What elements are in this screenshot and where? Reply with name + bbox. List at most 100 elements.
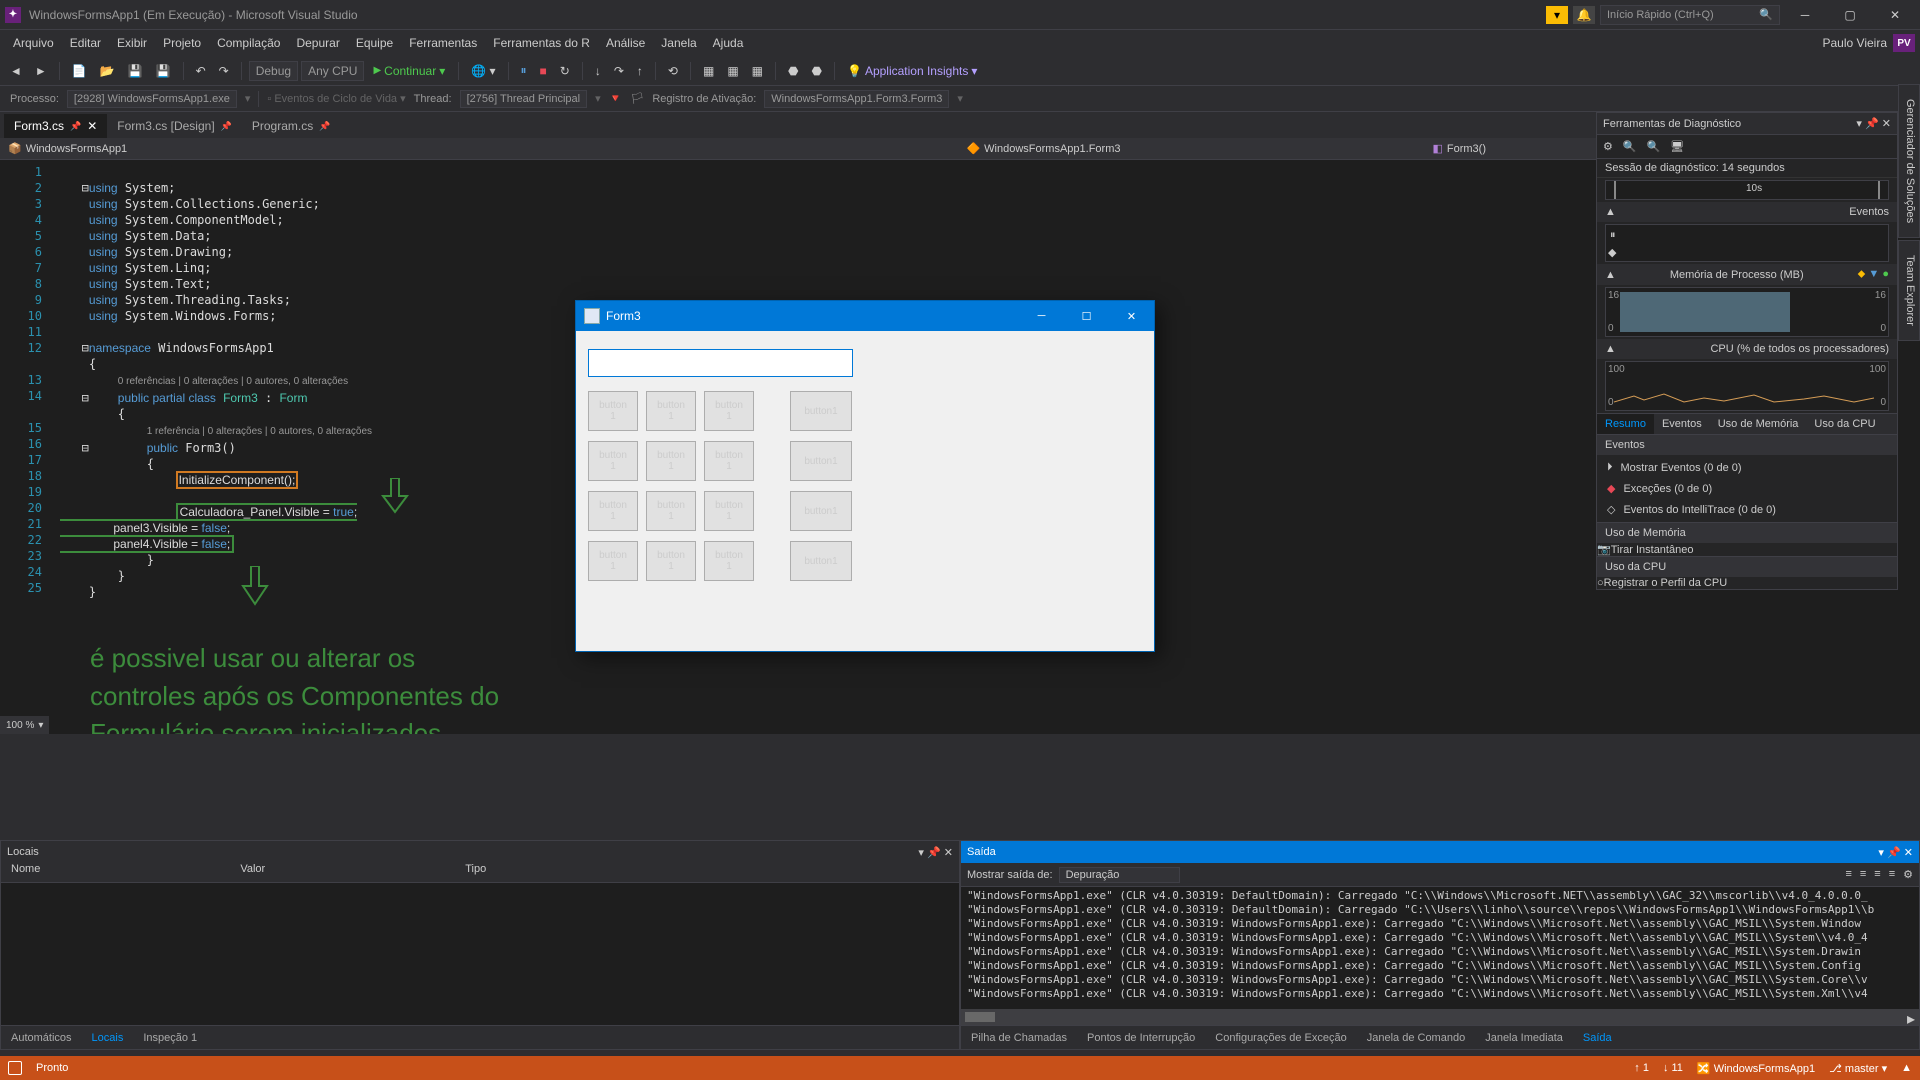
- button-r2c2[interactable]: button 1: [646, 441, 696, 481]
- close-tab-icon[interactable]: ✕: [87, 119, 97, 133]
- activation-combo[interactable]: WindowsFormsApp1.Form3.Form3: [764, 90, 949, 108]
- platform-combo[interactable]: Any CPU: [301, 61, 364, 81]
- button-r4c1[interactable]: button 1: [588, 541, 638, 581]
- snapshot-marker-icon[interactable]: ⬥: [1858, 268, 1866, 280]
- status-corner-icon[interactable]: ▲: [1901, 1062, 1912, 1074]
- pin-icon[interactable]: 📌: [319, 121, 330, 132]
- zoom-selector[interactable]: 100 % ▾: [0, 716, 49, 734]
- close-icon[interactable]: ✕: [1904, 847, 1913, 859]
- step-over-button[interactable]: ↷: [609, 61, 629, 81]
- button-r4c2[interactable]: button 1: [646, 541, 696, 581]
- breakpoint-icon[interactable]: ⬣: [783, 61, 803, 81]
- new-button[interactable]: 📄: [67, 61, 92, 81]
- find-icon[interactable]: ≡: [1889, 868, 1895, 881]
- diag-tab-eventos[interactable]: Eventos: [1654, 414, 1710, 434]
- continue-button[interactable]: Continuar ▾: [367, 62, 451, 80]
- button-r2c3[interactable]: button 1: [704, 441, 754, 481]
- tab-command[interactable]: Janela de Comando: [1357, 1027, 1475, 1049]
- form-titlebar[interactable]: Form3 ─ ☐ ✕: [576, 301, 1154, 331]
- class-selector[interactable]: 🔶 WindowsFormsApp1.Form3: [966, 142, 1120, 155]
- quick-launch-input[interactable]: Início Rápido (Ctrl+Q) 🔍: [1600, 5, 1780, 25]
- menu-ferramentas-r[interactable]: Ferramentas do R: [485, 32, 598, 54]
- pause-button[interactable]: ⏸: [516, 60, 532, 81]
- tab-immediate[interactable]: Janela Imediata: [1475, 1027, 1573, 1049]
- push-indicator[interactable]: ↑ 1: [1634, 1062, 1649, 1074]
- clear-icon[interactable]: ≡: [1845, 868, 1851, 881]
- memory-chart[interactable]: 16 16 0 0: [1605, 287, 1889, 337]
- events-chart[interactable]: ⏸ ◆: [1605, 224, 1889, 262]
- locals-body[interactable]: [1, 883, 959, 1025]
- output-body[interactable]: "WindowsFormsApp1.exe" (CLR v4.0.30319: …: [961, 887, 1919, 1009]
- button-r3c4[interactable]: button1: [790, 491, 852, 531]
- intellitrace-button[interactable]: ⟲: [663, 61, 683, 81]
- wordwrap-icon[interactable]: ≡: [1860, 868, 1866, 881]
- panel-menu-icon[interactable]: ▾: [918, 847, 924, 859]
- button-r1c3[interactable]: button 1: [704, 391, 754, 431]
- save-all-button[interactable]: 💾: [151, 61, 176, 81]
- form-close-button[interactable]: ✕: [1109, 301, 1154, 331]
- tab-callstack[interactable]: Pilha de Chamadas: [961, 1027, 1077, 1049]
- show-events-row[interactable]: ⏵Mostrar Eventos (0 de 0): [1597, 457, 1897, 478]
- menu-exibir[interactable]: Exibir: [109, 32, 155, 54]
- panel-menu-icon[interactable]: ▾: [1856, 118, 1862, 130]
- form-maximize-button[interactable]: ☐: [1064, 301, 1109, 331]
- config-combo[interactable]: Debug: [249, 61, 298, 81]
- zoom-out-icon[interactable]: 🔍: [1647, 140, 1661, 153]
- pin-icon[interactable]: 📌: [1887, 847, 1901, 859]
- app-insights-button[interactable]: 💡 Application Insights ▾: [842, 61, 982, 81]
- maximize-button[interactable]: ▢: [1830, 0, 1870, 30]
- tab-inspecao[interactable]: Inspeção 1: [133, 1027, 207, 1049]
- pin-icon[interactable]: 📌: [1865, 118, 1879, 130]
- undo-button[interactable]: ↶: [191, 61, 211, 81]
- settings-icon[interactable]: ⚙: [1903, 868, 1913, 881]
- solution-explorer-tab[interactable]: Gerenciador de Soluções: [1898, 84, 1920, 238]
- menu-ajuda[interactable]: Ajuda: [705, 32, 752, 54]
- reset-zoom-icon[interactable]: 🖥: [1670, 140, 1684, 153]
- button-r3c2[interactable]: button 1: [646, 491, 696, 531]
- memory-section[interactable]: Memória de Processo (MB): [1670, 269, 1804, 281]
- button-r4c4[interactable]: button1: [790, 541, 852, 581]
- menu-ferramentas[interactable]: Ferramentas: [401, 32, 485, 54]
- cpu-section[interactable]: CPU (% de todos os processadores): [1710, 343, 1889, 355]
- nav-fwd-button[interactable]: ►: [30, 61, 52, 81]
- tool-icon2[interactable]: ▦: [722, 61, 743, 81]
- thread-combo[interactable]: [2756] Thread Principal: [460, 90, 588, 108]
- notification-flag-icon[interactable]: ▾: [1546, 6, 1568, 24]
- menu-arquivo[interactable]: Arquivo: [5, 32, 62, 54]
- output-source-combo[interactable]: Depuração: [1059, 867, 1181, 883]
- cpu-chart[interactable]: 100 100 0 0: [1605, 361, 1889, 411]
- pin-icon[interactable]: 📌: [221, 121, 232, 132]
- button-r4c3[interactable]: button 1: [704, 541, 754, 581]
- tab-form3-design[interactable]: Form3.cs [Design]📌: [107, 114, 242, 138]
- diag-tab-resumo[interactable]: Resumo: [1597, 414, 1654, 434]
- feedback-icon[interactable]: 🔔: [1573, 6, 1595, 24]
- textbox-input[interactable]: [588, 349, 853, 377]
- tool-icon4[interactable]: ⬣: [807, 61, 827, 81]
- button-r2c4[interactable]: button1: [790, 441, 852, 481]
- nav-back-button[interactable]: ◄: [5, 61, 27, 81]
- tab-exception[interactable]: Configurações de Exceção: [1205, 1027, 1356, 1049]
- user-name[interactable]: Paulo Vieira: [1823, 36, 1888, 50]
- form-minimize-button[interactable]: ─: [1019, 301, 1064, 331]
- stop-button[interactable]: ■: [535, 61, 552, 81]
- zoom-in-icon[interactable]: 🔍: [1623, 140, 1637, 153]
- button-r2c1[interactable]: button 1: [588, 441, 638, 481]
- diag-tab-memoria[interactable]: Uso de Memória: [1710, 414, 1807, 434]
- menu-editar[interactable]: Editar: [62, 32, 109, 54]
- button-r1c4[interactable]: button1: [790, 391, 852, 431]
- tool-icon[interactable]: ▦: [698, 61, 719, 81]
- close-icon[interactable]: ✕: [944, 847, 953, 859]
- user-avatar[interactable]: PV: [1893, 34, 1915, 52]
- exceptions-row[interactable]: ◆Exceções (0 de 0): [1597, 478, 1897, 499]
- events-section[interactable]: Eventos: [1849, 206, 1889, 218]
- pin-icon[interactable]: 📌: [70, 121, 81, 132]
- gc-marker-icon[interactable]: ▼: [1868, 268, 1879, 280]
- step-out-button[interactable]: ↑: [632, 61, 648, 81]
- record-cpu-row[interactable]: ○Registrar o Perfil da CPU: [1597, 577, 1897, 589]
- save-button[interactable]: 💾: [123, 61, 148, 81]
- close-window-button[interactable]: ✕: [1875, 0, 1915, 30]
- menu-equipe[interactable]: Equipe: [348, 32, 401, 54]
- menu-janela[interactable]: Janela: [653, 32, 704, 54]
- tab-breakpoints[interactable]: Pontos de Interrupção: [1077, 1027, 1205, 1049]
- tab-program-cs[interactable]: Program.cs📌: [242, 114, 341, 138]
